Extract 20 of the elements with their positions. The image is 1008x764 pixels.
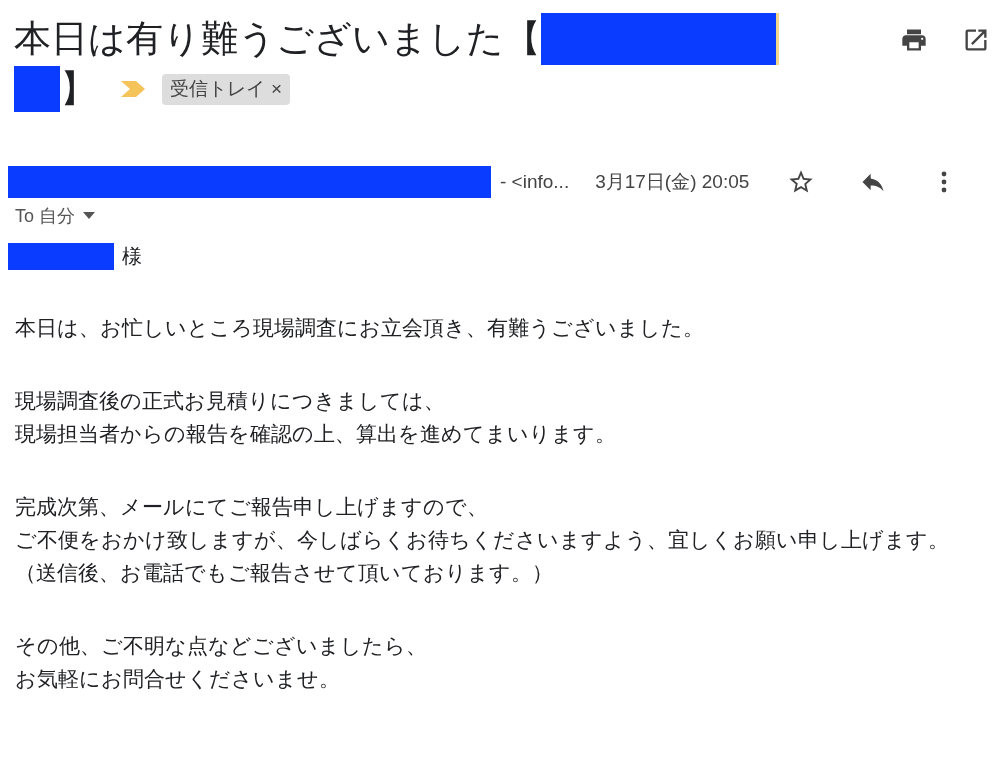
body-text: ご不便をおかけ致しますが、今しばらくお待ちくださいますよう、宜しくお願い申し上げます。 (15, 527, 950, 553)
body-text: 本日は、お忙しいところ現場調査にお立会頂き、有難うございました。 (15, 315, 705, 341)
body-text: 現場担当者からの報告を確認の上、算出を進めてまいります。 (15, 421, 617, 447)
body-text: 完成次第、メールにてご報告申し上げますので、 (15, 494, 489, 520)
body-text: 現場調査後の正式お見積りにつきましては、 (15, 388, 446, 414)
label-chip[interactable]: 受信トレイ × (162, 73, 291, 105)
label-text: 受信トレイ (170, 76, 265, 101)
email-date: 3月17日(金) 20:05 (595, 169, 750, 194)
sender-address: - <info... (500, 169, 570, 194)
email-subject: 】 (60, 67, 98, 111)
remove-label-button[interactable]: × (271, 74, 283, 104)
dropdown-caret-icon[interactable] (83, 212, 95, 220)
recipient-text: To 自分 (15, 204, 75, 228)
body-text: お気軽にお問合せくださいませ。 (15, 666, 341, 692)
email-subject: 本日は有り難うございました【 (14, 17, 541, 61)
body-text: （送信後、お電話でもご報告させて頂いております。） (15, 560, 554, 586)
importance-marker-icon[interactable] (120, 80, 146, 98)
body-text: その他、ご不明な点などございましたら、 (15, 633, 428, 659)
salutation-text: 様 (122, 244, 142, 269)
redaction-box (14, 66, 60, 112)
